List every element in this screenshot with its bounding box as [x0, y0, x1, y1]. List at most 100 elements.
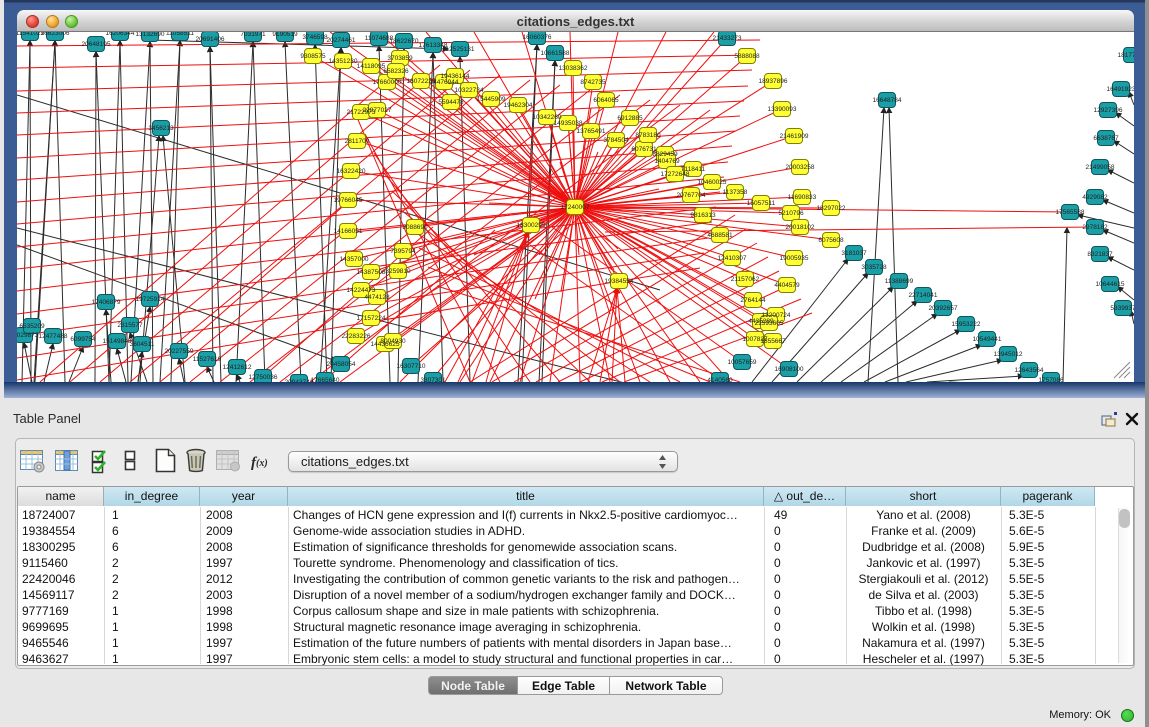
svg-text:11058511: 11058511 [166, 32, 194, 37]
svg-text:5210796: 5210796 [778, 210, 804, 217]
svg-text:13390093: 13390093 [768, 106, 797, 113]
svg-text:10322734: 10322734 [455, 87, 484, 94]
svg-text:9816313: 9816313 [690, 212, 716, 219]
svg-text:5339937: 5339937 [1110, 305, 1134, 312]
svg-text:18297022: 18297022 [817, 205, 846, 212]
svg-text:1855667: 1855667 [760, 338, 786, 345]
svg-text:20943743: 20943743 [285, 379, 314, 382]
svg-text:4474128: 4474128 [364, 294, 390, 301]
svg-text:3035728: 3035728 [861, 264, 887, 271]
svg-text:22977027: 22977027 [363, 107, 392, 114]
svg-text:4404579: 4404579 [774, 282, 800, 289]
svg-text:14387508: 14387508 [357, 269, 386, 276]
svg-text:15953222: 15953222 [952, 321, 981, 328]
svg-text:9190519: 9190519 [272, 32, 298, 38]
svg-text:16307710: 16307710 [397, 363, 426, 370]
svg-text:11527619: 11527619 [193, 356, 222, 363]
svg-text:16491923: 16491923 [1107, 86, 1134, 93]
svg-text:(x): (x) [256, 458, 268, 469]
svg-text:22283226: 22283226 [342, 333, 371, 340]
svg-text:13038362: 13038362 [559, 65, 588, 72]
svg-text:19462304: 19462304 [504, 102, 533, 109]
svg-text:12927396: 12927396 [1094, 107, 1123, 114]
svg-text:16623006: 16623006 [41, 32, 70, 37]
svg-text:1757086: 1757086 [1038, 377, 1064, 382]
svg-text:21433273: 21433273 [713, 35, 742, 42]
svg-text:4688581: 4688581 [707, 232, 733, 239]
svg-text:14166051: 14166051 [334, 228, 363, 235]
svg-text:13200724: 13200724 [762, 312, 791, 319]
svg-text:17406879: 17406879 [92, 299, 121, 306]
svg-text:16060376: 16060376 [523, 34, 552, 41]
svg-text:13132690: 13132690 [136, 32, 165, 38]
svg-text:17240007: 17240007 [561, 204, 590, 211]
svg-text:20274461: 20274461 [327, 37, 356, 44]
svg-text:15445909: 15445909 [477, 96, 506, 103]
svg-text:3307301: 3307301 [420, 377, 446, 382]
svg-text:21157062: 21157062 [731, 276, 760, 283]
svg-text:16908100: 16908100 [775, 366, 804, 373]
svg-text:12412612: 12412612 [223, 364, 252, 371]
svg-text:2315577: 2315577 [117, 322, 143, 329]
svg-text:14476944: 14476944 [430, 79, 459, 86]
svg-text:12477488: 12477488 [39, 333, 68, 340]
svg-text:8783180: 8783180 [635, 132, 661, 139]
svg-text:5888088: 5888088 [734, 53, 760, 60]
svg-text:18177615: 18177615 [1118, 52, 1134, 59]
svg-text:6075608: 6075608 [818, 237, 844, 244]
svg-text:3088690: 3088690 [402, 224, 428, 231]
svg-text:21593605: 21593605 [755, 320, 784, 327]
svg-text:4929082: 4929082 [1082, 194, 1108, 201]
svg-text:13945012: 13945012 [994, 351, 1023, 358]
svg-text:5594478: 5594478 [438, 99, 464, 106]
svg-text:7395794: 7395794 [390, 248, 416, 255]
svg-text:16322420: 16322420 [337, 168, 366, 175]
svg-text:2764144: 2764144 [740, 297, 766, 304]
svg-text:14351230: 14351230 [329, 58, 358, 65]
svg-text:18300295: 18300295 [517, 222, 546, 229]
svg-text:15149848: 15149848 [103, 338, 132, 345]
svg-text:19436144: 19436144 [441, 73, 470, 80]
svg-text:1137358: 1137358 [723, 189, 748, 196]
svg-text:3784504: 3784504 [603, 137, 629, 144]
svg-text:19725914: 19725914 [136, 296, 165, 303]
svg-text:12643564: 12643564 [1015, 367, 1044, 374]
svg-text:17565588: 17565588 [1056, 209, 1085, 216]
svg-text:20227559: 20227559 [165, 348, 194, 355]
svg-text:15029873: 15029873 [17, 332, 39, 339]
svg-text:4140560: 4140560 [707, 377, 733, 382]
svg-text:14357000: 14357000 [340, 256, 369, 263]
svg-text:16648784: 16648784 [873, 97, 902, 104]
svg-text:3456213: 3456213 [148, 125, 174, 132]
svg-text:2811700: 2811700 [345, 138, 370, 145]
svg-text:7031971: 7031971 [240, 32, 266, 38]
svg-text:20691406: 20691406 [196, 36, 225, 43]
svg-text:17613348: 17613348 [419, 42, 448, 49]
svg-text:18622670: 18622670 [390, 38, 419, 45]
svg-text:15057511: 15057511 [747, 200, 776, 207]
svg-text:20003258: 20003258 [786, 164, 815, 171]
svg-text:3703859: 3703859 [387, 55, 413, 62]
svg-text:6912885: 6912885 [617, 115, 643, 122]
svg-text:11388699: 11388699 [885, 278, 914, 285]
svg-text:8321837: 8321837 [1087, 251, 1113, 258]
svg-text:20767704: 20767704 [677, 192, 706, 199]
svg-text:7118411: 7118411 [681, 166, 706, 173]
svg-text:14935038: 14935038 [554, 120, 583, 127]
svg-text:19384554: 19384554 [605, 278, 634, 285]
svg-text:18937896: 18937896 [759, 78, 788, 85]
svg-text:10057659: 10057659 [728, 359, 757, 366]
svg-text:20392657: 20392657 [929, 305, 958, 312]
svg-text:8004930: 8004930 [380, 338, 406, 345]
svg-text:16206344: 16206344 [106, 32, 135, 37]
svg-text:6535209: 6535209 [19, 323, 45, 330]
svg-text:12410307: 12410307 [718, 255, 747, 262]
svg-text:3746598: 3746598 [302, 34, 328, 41]
svg-text:1404769: 1404769 [654, 158, 680, 165]
svg-text:12525131: 12525131 [446, 46, 475, 53]
svg-text:12750036: 12750036 [249, 374, 278, 381]
svg-text:14224473: 14224473 [347, 287, 376, 294]
svg-text:11690833: 11690833 [788, 194, 817, 201]
svg-text:10549441: 10549441 [973, 336, 1002, 343]
svg-text:20018102: 20018102 [786, 224, 815, 231]
